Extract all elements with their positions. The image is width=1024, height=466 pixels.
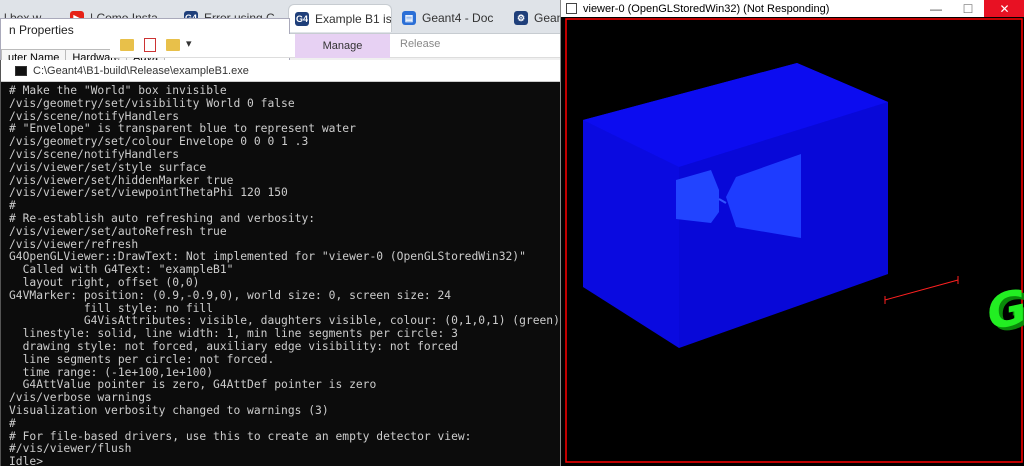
- explorer-ribbon: ▾ Manage Release: [110, 34, 560, 58]
- geant4-icon: G4: [295, 11, 309, 26]
- tab-label: Geant4 - Doc: [422, 11, 494, 25]
- console-line: G4AttValue pointer is zero, G4AttDef poi…: [9, 378, 377, 392]
- ribbon-tab-release[interactable]: Release: [400, 38, 440, 50]
- console-titlebar[interactable]: C:\Geant4\B1-build\Release\exampleB1.exe: [1, 60, 560, 82]
- close-button[interactable]: ✕: [984, 0, 1024, 17]
- browser-tab[interactable]: ▤ Geant4 - Doc: [396, 4, 506, 32]
- tab-label: Example B1 is: [315, 11, 392, 26]
- gear-icon: ⚙: [514, 11, 528, 25]
- console-line: # "Envelope" is transparent blue to repr…: [9, 122, 356, 136]
- console-line: Called with G4Text: "exampleB1": [9, 263, 234, 277]
- console-line: #/vis/viewer/flush: [9, 442, 132, 456]
- console-line: # Re-establish auto refreshing and verbo…: [9, 211, 316, 225]
- console-line: /vis/scene/notifyHandlers: [9, 109, 180, 123]
- console-line: fill style: no fill: [9, 301, 214, 315]
- console-line: /vis/viewer/refresh: [9, 237, 139, 251]
- console-line: /vis/viewer/set/autoRefresh true: [9, 224, 227, 238]
- console-line: /vis/scene/notifyHandlers: [9, 147, 180, 161]
- console-line: G4OpenGLViewer::DrawText: Not implemente…: [9, 250, 526, 264]
- console-line: #: [9, 199, 16, 213]
- console-line: /vis/geometry/set/colour Envelope 0 0 0 …: [9, 135, 309, 149]
- console-icon: [15, 65, 27, 76]
- console-line: /vis/geometry/set/visibility World 0 fal…: [9, 96, 295, 110]
- console-line: Visualization verbosity changed to warni…: [9, 403, 329, 417]
- console-line: #: [9, 416, 16, 430]
- console-line: layout right, offset (0,0): [9, 275, 200, 289]
- console-line: linestyle: solid, line width: 1, min lin…: [9, 327, 458, 341]
- console-line: # For file-based drivers, use this to cr…: [9, 429, 472, 443]
- console-line: line segments per circle: not forced.: [9, 352, 275, 366]
- new-folder-icon[interactable]: [166, 39, 180, 51]
- g4-logo: G4: [987, 271, 1024, 342]
- console-line: /vis/viewer/set/viewpointThetaPhi 120 15…: [9, 186, 288, 200]
- maximize-button[interactable]: ☐: [953, 0, 983, 17]
- console-output[interactable]: # Make the "World" box invisible /vis/ge…: [1, 82, 560, 466]
- window-icon: [566, 3, 577, 14]
- docs-icon: ▤: [402, 11, 416, 25]
- console-line: G4VMarker: position: (0.9,-0.9,0), world…: [9, 288, 452, 302]
- console-prompt: Idle>: [9, 455, 44, 466]
- console-line: G4VisAttributes: visible, daughters visi…: [9, 314, 560, 328]
- minimize-button[interactable]: —: [921, 0, 951, 17]
- console-line: drawing style: not forced, auxiliary edg…: [9, 339, 458, 353]
- opengl-viewer-window: viewer-0 (OpenGLStoredWin32) (Not Respon…: [560, 0, 1024, 466]
- properties-check-icon[interactable]: [144, 38, 156, 52]
- ribbon-tab-manage[interactable]: Manage: [295, 34, 390, 58]
- folder-icon[interactable]: [120, 39, 134, 51]
- console-line: /vis/viewer/set/style surface: [9, 160, 207, 174]
- browser-tab-active[interactable]: G4 Example B1 is ✕: [288, 4, 392, 32]
- viewer-canvas[interactable]: G4 G4: [561, 17, 1024, 466]
- console-line: # Make the "World" box invisible: [9, 84, 227, 97]
- console-window: C:\Geant4\B1-build\Release\exampleB1.exe…: [0, 60, 560, 466]
- axis-marker-line: [884, 279, 959, 301]
- viewer-title: viewer-0 (OpenGLStoredWin32) (Not Respon…: [583, 2, 830, 15]
- console-line: /vis/verbose warnings: [9, 391, 152, 405]
- console-line: time range: (-1e+100,1e+100): [9, 365, 214, 379]
- browser-tab[interactable]: ⚙ Geant: [508, 4, 564, 32]
- quick-access-dropdown-icon[interactable]: ▾: [186, 37, 192, 50]
- console-line: /vis/viewer/set/hiddenMarker true: [9, 173, 234, 187]
- console-title: C:\Geant4\B1-build\Release\exampleB1.exe: [33, 64, 249, 77]
